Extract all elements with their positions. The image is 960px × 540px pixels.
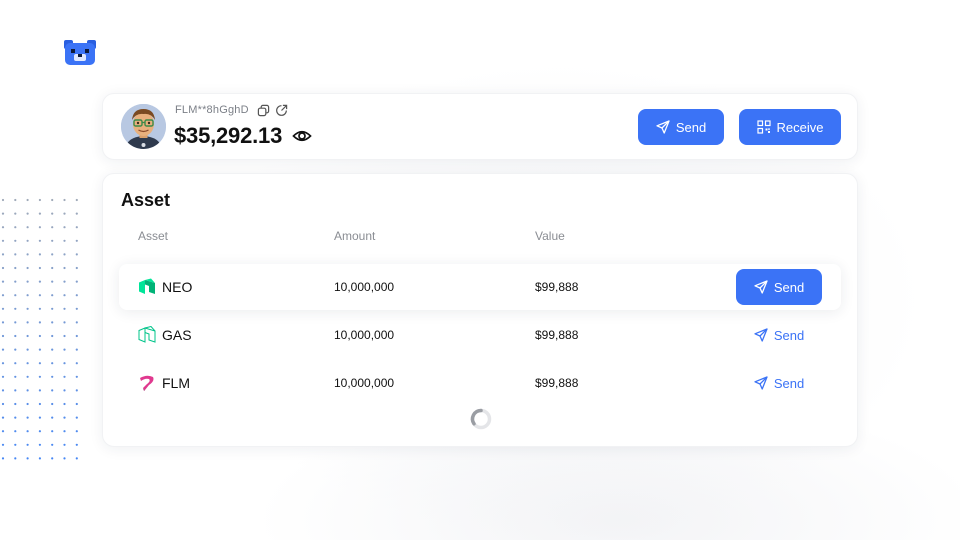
send-icon [754,328,768,342]
loading-spinner-icon [470,408,492,430]
column-header-value: Value [535,229,565,243]
external-link-icon[interactable] [275,104,288,117]
flm-icon [140,375,154,391]
table-row[interactable]: NEO 10,000,000 $99,888 Send [119,264,841,310]
copy-icon[interactable] [257,104,270,117]
receive-button-label: Receive [776,119,824,135]
send-icon [754,280,768,294]
asset-name: FLM [162,375,190,391]
neo-icon [139,278,155,294]
asset-amount: 10,000,000 [334,280,395,294]
asset-amount: 10,000,000 [334,376,395,390]
row-send-label: Send [773,327,805,343]
section-title: Asset [121,190,171,210]
row-send-link[interactable]: Send [736,317,822,353]
table-row[interactable]: GAS 10,000,000 $99,888 Send [119,312,841,358]
decorative-dot-grid [1,198,78,460]
wallet-summary-card: FLM**8hGghD $35,292.13 Send Receive [102,93,858,160]
memoji-avatar [121,104,166,149]
wallet-address: FLM**8hGghD [175,104,249,116]
row-send-label: Send [773,279,805,295]
asset-value: $99,888 [535,280,579,294]
gas-icon [138,326,156,343]
asset-value: $99,888 [535,328,579,342]
send-icon [754,376,768,390]
bear-logo-icon [64,40,96,65]
asset-value: $99,888 [535,376,579,390]
asset-name: NEO [162,279,193,295]
total-balance: $35,292.13 [174,123,283,148]
avatar[interactable] [121,104,166,149]
eye-icon[interactable] [292,126,312,146]
qr-code-icon [756,120,771,134]
receive-button[interactable]: Receive [739,109,841,145]
row-send-link[interactable]: Send [736,365,822,401]
column-header-amount: Amount [334,229,376,243]
row-send-label: Send [773,375,805,391]
send-button[interactable]: Send [638,109,724,145]
asset-name: GAS [162,327,192,343]
address-row: FLM**8hGghD [175,103,288,117]
send-icon [656,120,670,134]
asset-amount: 10,000,000 [334,328,395,342]
column-header-asset: Asset [138,229,169,243]
send-button-label: Send [675,119,707,135]
balance-row: $35,292.13 [174,123,312,149]
table-row[interactable]: FLM 10,000,000 $99,888 Send [119,360,841,406]
asset-list-card: Asset Asset Amount Value NEO 10,000,000 … [102,173,858,447]
row-send-button[interactable]: Send [736,269,822,305]
